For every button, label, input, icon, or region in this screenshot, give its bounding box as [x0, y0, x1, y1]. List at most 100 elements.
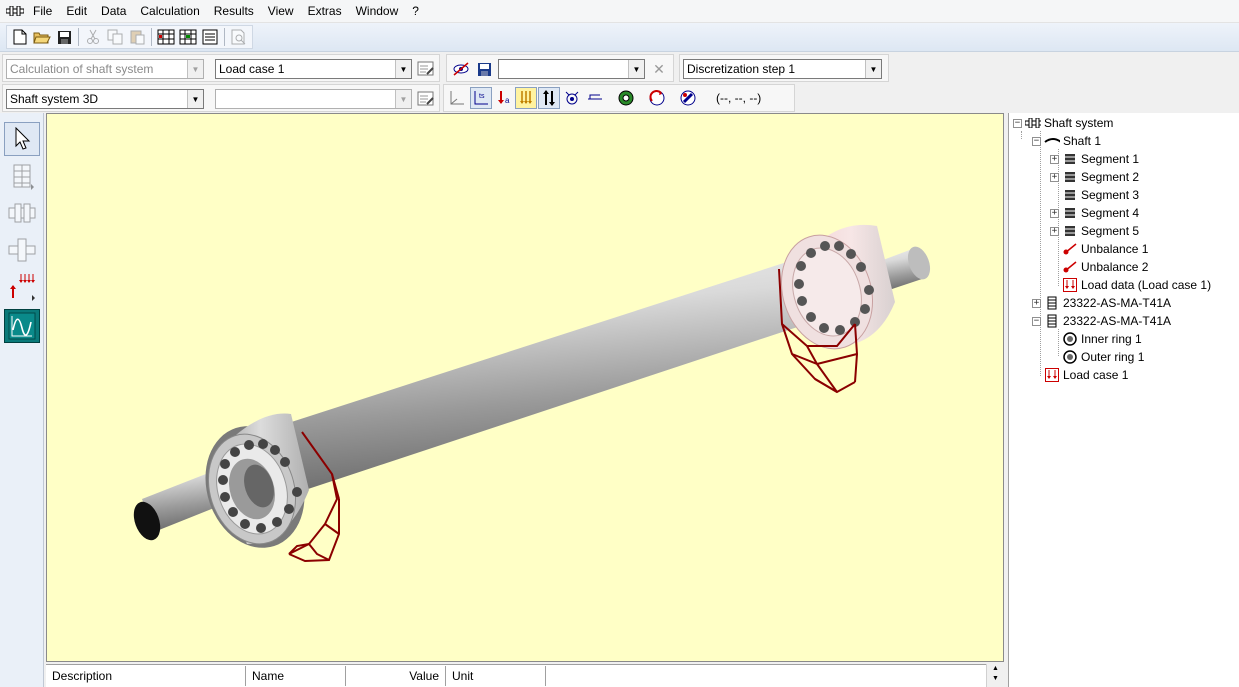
- menu-calculation[interactable]: Calculation: [133, 0, 206, 22]
- segment-icon: [1062, 170, 1078, 184]
- tree-node-bearing-2[interactable]: − 23322-AS-MA-T41A: [1032, 312, 1171, 330]
- calculation-select[interactable]: Calculation of shaft system ▼: [6, 59, 204, 79]
- rotate-view-icon[interactable]: [646, 87, 668, 109]
- table-scrollbar[interactable]: ▲ ▼: [986, 664, 1004, 687]
- menu-help[interactable]: ?: [405, 0, 426, 22]
- separator: [224, 28, 225, 46]
- menu-results[interactable]: Results: [207, 0, 261, 22]
- print-preview-icon[interactable]: [228, 26, 250, 48]
- menu-data[interactable]: Data: [94, 0, 133, 22]
- chevron-down-icon: ▼: [187, 60, 203, 78]
- tree-node-segment-1[interactable]: + Segment 1: [1050, 150, 1139, 168]
- menu-extras[interactable]: Extras: [301, 0, 349, 22]
- save-disk-icon[interactable]: [53, 26, 75, 48]
- force-arrow-icon[interactable]: a: [493, 87, 515, 109]
- vertical-arrows-icon[interactable]: [538, 87, 560, 109]
- edit-load-case-icon[interactable]: [415, 58, 437, 80]
- chevron-down-icon: ▼: [187, 90, 203, 108]
- tree-label: Segment 3: [1081, 188, 1140, 202]
- load-distribution-icon[interactable]: [515, 87, 537, 109]
- new-file-icon[interactable]: [9, 26, 31, 48]
- close-icon[interactable]: ✕: [648, 58, 670, 80]
- expand-icon[interactable]: +: [1050, 208, 1059, 218]
- tree-node-unbalance-1[interactable]: Unbalance 1: [1062, 240, 1148, 258]
- menu-bar: File Edit Data Calculation Results View …: [0, 0, 1239, 23]
- menu-file[interactable]: File: [26, 0, 59, 22]
- load-case-select[interactable]: Load case 1 ▼: [215, 59, 412, 79]
- scroll-up-icon[interactable]: ▲: [987, 664, 1004, 674]
- save-results-icon[interactable]: [473, 58, 495, 80]
- bearing-icon[interactable]: [4, 196, 40, 230]
- collapse-icon[interactable]: −: [1032, 316, 1041, 326]
- column-header-name[interactable]: Name: [246, 666, 346, 686]
- expand-icon[interactable]: +: [1050, 226, 1059, 236]
- column-header-value[interactable]: Value: [346, 666, 446, 686]
- shaft-editor-icon[interactable]: [4, 159, 40, 193]
- render-mode-icon[interactable]: [677, 87, 699, 109]
- tree-node-load-data[interactable]: Load data (Load case 1): [1062, 276, 1211, 294]
- tree-label: 23322-AS-MA-T41A: [1063, 314, 1172, 328]
- segment-icon: [1062, 224, 1078, 238]
- tree-node-unbalance-2[interactable]: Unbalance 2: [1062, 258, 1148, 276]
- app-shaft-icon[interactable]: [4, 0, 26, 22]
- bearing-symbol-icon[interactable]: [561, 87, 583, 109]
- cut-icon[interactable]: [82, 26, 104, 48]
- deformation-line-icon[interactable]: [584, 87, 606, 109]
- tree-label: Load case 1: [1063, 368, 1129, 382]
- report-table-icon[interactable]: [155, 26, 177, 48]
- tree-node-segment-3[interactable]: Segment 3: [1062, 186, 1139, 204]
- main-toolbar: [0, 23, 1239, 52]
- results-select[interactable]: ▼: [498, 59, 645, 79]
- tree-label: Inner ring 1: [1081, 332, 1142, 346]
- tree-node-shaft-system[interactable]: − Shaft system: [1013, 114, 1113, 132]
- paste-icon[interactable]: [126, 26, 148, 48]
- menu-view[interactable]: View: [261, 0, 301, 22]
- tree-node-segment-4[interactable]: + Segment 4: [1050, 204, 1139, 222]
- expand-icon[interactable]: +: [1050, 172, 1059, 182]
- eye-results-icon[interactable]: [450, 58, 472, 80]
- pointer-icon[interactable]: [4, 122, 40, 156]
- property-table: Description Name Value Unit: [46, 664, 1004, 687]
- tree-node-load-case[interactable]: Load case 1: [1044, 366, 1128, 384]
- copy-icon[interactable]: [104, 26, 126, 48]
- scroll-down-icon[interactable]: ▼: [987, 674, 1004, 684]
- report-list-icon[interactable]: [199, 26, 221, 48]
- coordinate-system-icon[interactable]: ts: [470, 87, 492, 109]
- column-header-unit[interactable]: Unit: [446, 666, 546, 686]
- shaft-system-icon: [1025, 116, 1041, 130]
- report-results-icon[interactable]: [177, 26, 199, 48]
- tree-label: Outer ring 1: [1081, 350, 1145, 364]
- ring-icon: [1062, 332, 1078, 346]
- tree-label: Segment 4: [1081, 206, 1140, 220]
- results-graph-icon[interactable]: [4, 309, 40, 343]
- 3d-viewport[interactable]: [46, 113, 1004, 662]
- chevron-down-icon: ▼: [395, 60, 411, 78]
- menu-window[interactable]: Window: [349, 0, 406, 22]
- expand-icon[interactable]: +: [1050, 154, 1059, 164]
- column-header-description[interactable]: Description: [46, 666, 246, 686]
- collapse-icon[interactable]: −: [1013, 118, 1022, 128]
- tree-label: Load data (Load case 1): [1081, 278, 1212, 292]
- chevron-down-icon: ▼: [628, 60, 644, 78]
- discretization-select[interactable]: Discretization step 1 ▼: [683, 59, 882, 79]
- axes-icon[interactable]: [446, 87, 468, 109]
- tree-node-bearing-1[interactable]: + 23322-AS-MA-T41A: [1032, 294, 1171, 312]
- tree-node-outer-ring[interactable]: Outer ring 1: [1062, 348, 1144, 366]
- tree-node-segment-2[interactable]: + Segment 2: [1050, 168, 1139, 186]
- view-select[interactable]: Shaft system 3D ▼: [6, 89, 204, 109]
- open-folder-icon[interactable]: [31, 26, 53, 48]
- secondary-view-select[interactable]: ▼: [215, 89, 412, 109]
- segment-icon: [1062, 188, 1078, 202]
- tree-node-segment-5[interactable]: + Segment 5: [1050, 222, 1139, 240]
- collapse-icon[interactable]: −: [1032, 136, 1041, 146]
- tree-node-shaft-1[interactable]: − Shaft 1: [1032, 132, 1101, 150]
- loads-icon[interactable]: [4, 270, 40, 304]
- model-tree: − Shaft system − Shaft 1 + Segment 1 + S…: [1008, 113, 1239, 687]
- coupling-icon[interactable]: [4, 233, 40, 267]
- ring-view-icon[interactable]: [615, 87, 637, 109]
- tree-node-inner-ring[interactable]: Inner ring 1: [1062, 330, 1142, 348]
- expand-icon[interactable]: +: [1032, 298, 1041, 308]
- separator: [78, 28, 79, 46]
- menu-edit[interactable]: Edit: [59, 0, 94, 22]
- edit-view-icon[interactable]: [415, 88, 437, 110]
